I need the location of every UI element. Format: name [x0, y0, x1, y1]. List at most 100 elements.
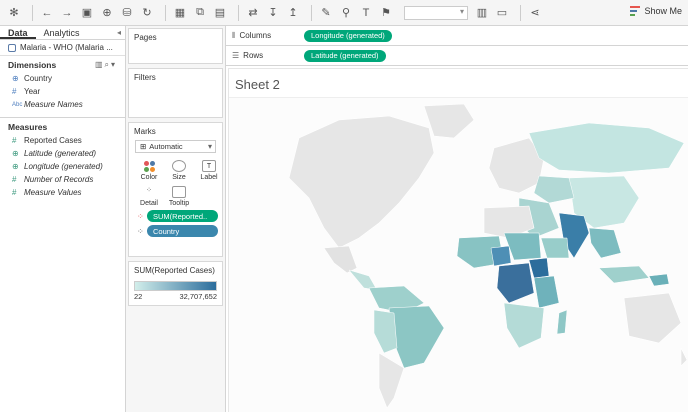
tooltip-button[interactable]: Tooltip	[165, 183, 193, 207]
pages-card[interactable]: Pages	[128, 28, 223, 64]
country-east-africa	[533, 275, 560, 309]
rows-shelf[interactable]: ☰ Rows Latitude (generated)	[226, 46, 688, 66]
cards-column: Pages Filters Marks ⊞ Automatic Color Si…	[126, 26, 226, 412]
globe-icon: ⊕	[12, 162, 19, 171]
label-button[interactable]: T Label	[195, 157, 223, 181]
columns-icon: ⦀	[232, 30, 236, 40]
detail-label: Detail	[140, 200, 158, 207]
country-indonesia	[598, 265, 650, 284]
color-button[interactable]: Color	[135, 157, 163, 181]
fit-dropdown[interactable]	[404, 5, 468, 20]
size-button[interactable]: Size	[165, 157, 193, 181]
region-new-zealand	[680, 347, 688, 367]
mark-buttons: Color Size T Label ⁘ Detail Tooltip	[129, 153, 222, 207]
columns-pill[interactable]: Longitude (generated)	[304, 29, 392, 42]
new-datasource-icon[interactable]: ⊕	[99, 5, 115, 21]
field-label: Number of Records	[24, 175, 94, 184]
duplicate-icon[interactable]: ⧉	[192, 5, 208, 21]
dimensions-tools[interactable]: ▥⌕▾	[95, 60, 117, 70]
label-icon: T	[202, 160, 216, 172]
dimension-field-year[interactable]: # Year	[0, 85, 125, 98]
columns-shelf[interactable]: ⦀ Columns Longitude (generated)	[226, 26, 688, 46]
region-north-america	[288, 115, 435, 249]
clear-icon[interactable]: ▤	[212, 5, 228, 21]
size-icon	[172, 160, 186, 172]
columns-label-text: Columns	[239, 31, 272, 40]
sort-desc-icon[interactable]: ↥	[285, 5, 301, 21]
tab-analytics[interactable]: Analytics	[36, 26, 88, 39]
size-label: Size	[172, 174, 186, 181]
dimensions-title: Dimensions	[8, 60, 57, 70]
measure-field-measure-values[interactable]: # Measure Values	[0, 186, 125, 199]
color-legend-card[interactable]: SUM(Reported Cases) 22 32,707,652	[128, 261, 223, 306]
label-icon[interactable]: T	[358, 5, 374, 21]
tableau-logo-icon[interactable]: ✻	[6, 5, 22, 21]
swap-icon[interactable]: ⇄	[245, 5, 261, 21]
sort-asc-icon[interactable]: ↧	[265, 5, 281, 21]
measure-field-longitude[interactable]: ⊕ Longitude (generated)	[0, 160, 125, 173]
country-brazil	[388, 305, 445, 369]
country-central-america	[348, 269, 378, 291]
field-label: Measure Names	[24, 100, 83, 109]
share-icon[interactable]: ⋖	[527, 5, 543, 21]
filters-card[interactable]: Filters	[128, 68, 223, 118]
toolbar-separator	[311, 4, 312, 21]
map-view[interactable]	[229, 97, 688, 412]
forward-icon[interactable]: →	[59, 5, 75, 21]
color-field-pill[interactable]: SUM(Reported..	[147, 210, 218, 222]
back-icon[interactable]: ←	[39, 5, 55, 21]
tooltip-label: Tooltip	[168, 200, 190, 207]
sheet-view: Sheet 2	[228, 68, 688, 412]
new-sheet-icon[interactable]: ▦	[172, 5, 188, 21]
hash-icon: #	[12, 188, 17, 197]
pin-icon[interactable]: ⚑	[378, 5, 394, 21]
tab-data[interactable]: Data	[0, 26, 36, 39]
toolbar: ✻ ← → ▣ ⊕ ⛁ ↻ ▦ ⧉ ▤ ⇄ ↧ ↥ ✎ ⚲ T ⚑ ▥ ▭ ⋖ …	[0, 0, 688, 26]
detail-icon: ⁘	[146, 187, 152, 194]
field-label: Country	[24, 74, 53, 83]
datasource-item[interactable]: Malaria - WHO (Malaria ...	[0, 40, 125, 56]
legend-title: SUM(Reported Cases)	[134, 266, 215, 275]
label-label: Label	[200, 174, 218, 181]
save-icon[interactable]: ▣	[79, 5, 95, 21]
datasource-label: Malaria - WHO (Malaria ...	[20, 43, 113, 52]
mark-type-dropdown[interactable]: ⊞ Automatic	[135, 140, 216, 153]
paperclip-icon[interactable]: ⚲	[338, 5, 354, 21]
toolbar-separator	[32, 4, 33, 21]
field-label: Year	[24, 87, 41, 96]
detail-pill-row: ⁘ Country	[137, 225, 218, 237]
datasource-icon[interactable]: ⛁	[119, 5, 135, 21]
measure-field-reported-cases[interactable]: # Reported Cases	[0, 134, 125, 147]
world-map[interactable]	[229, 98, 688, 412]
country-nigeria	[490, 245, 512, 267]
region-southern-cone	[378, 352, 405, 409]
marks-card: Marks ⊞ Automatic Color Size T Label ⁘	[128, 122, 223, 257]
detail-button[interactable]: ⁘ Detail	[135, 183, 163, 207]
pane-collapse-icon[interactable]: ◂	[113, 26, 125, 39]
show-me-button[interactable]: Show Me	[630, 6, 682, 16]
dimensions-header: Dimensions ▥⌕▾	[0, 56, 125, 72]
measure-field-latitude[interactable]: ⊕ Latitude (generated)	[0, 147, 125, 160]
color-pill-row: ⁘ SUM(Reported..	[137, 210, 218, 222]
country-russia	[528, 122, 685, 174]
region-greenland	[423, 103, 475, 139]
refresh-icon[interactable]: ↻	[139, 5, 155, 21]
detail-field-pill[interactable]: Country	[147, 225, 218, 237]
globe-icon: ⊕	[12, 149, 19, 158]
fit-icon[interactable]: ▥	[474, 5, 490, 21]
columns-shelf-label: ⦀ Columns	[226, 31, 304, 41]
dimension-field-country[interactable]: ⊕ Country	[0, 72, 125, 85]
presentation-icon[interactable]: ▭	[494, 5, 510, 21]
rows-icon: ☰	[232, 51, 240, 60]
data-pane: Data Analytics ◂ Malaria - WHO (Malaria …	[0, 26, 126, 412]
legend-min: 22	[134, 292, 143, 301]
country-central-asia	[533, 175, 575, 204]
legend-max: 32,707,652	[179, 292, 217, 301]
rows-pill[interactable]: Latitude (generated)	[304, 49, 386, 62]
legend-color-ramp	[134, 281, 217, 291]
region-australia	[623, 292, 682, 344]
highlight-icon[interactable]: ✎	[318, 5, 334, 21]
sheet-title[interactable]: Sheet 2	[235, 77, 280, 92]
dimension-field-measure-names[interactable]: Abc Measure Names	[0, 98, 125, 111]
measure-field-number-of-records[interactable]: # Number of Records	[0, 173, 125, 186]
